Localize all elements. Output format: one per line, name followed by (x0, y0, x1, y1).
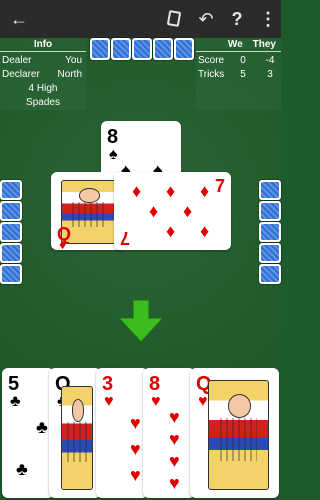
score-header: We They (196, 38, 281, 52)
back-arrow-icon[interactable]: ← (10, 9, 30, 29)
east-card-pip: ♦ (166, 221, 176, 241)
we-tricks: 5 (240, 69, 246, 80)
east-card-pip: ♦ (132, 181, 142, 201)
hand-card-3-pip: ♥ (130, 439, 141, 459)
declarer-label: Declarer (2, 69, 40, 80)
north-card-back-5 (174, 38, 194, 60)
score-row: Score 0 -4 (198, 54, 277, 68)
east-card-pip: ♦ (149, 201, 159, 221)
hand-card-3[interactable]: 3 ♥ ♥ ♥ ♥ (96, 368, 148, 498)
contract-line-2: Spades (26, 97, 60, 108)
hand-card-2[interactable]: Q ♣ (49, 368, 101, 498)
north-card-back-2 (111, 38, 131, 60)
hand-card-4-pip: ♥ (169, 473, 180, 493)
west-card-back-3 (0, 222, 22, 242)
hand-card-4-suit: ♥ (151, 393, 161, 410)
more-vert-icon[interactable]: ⋮ (259, 9, 277, 29)
card-icon[interactable] (164, 9, 184, 29)
hand-card-4-pip: ♥ (169, 451, 180, 471)
east-card-pip: ♦ (200, 181, 210, 201)
help-icon[interactable]: ? (229, 9, 245, 29)
queen-face-art (61, 386, 93, 490)
east-card-pip: ♦ (183, 201, 193, 221)
east-card-rank-bottom: 7 (120, 228, 131, 248)
east-card-back-1 (259, 180, 281, 200)
east-card-back-5 (259, 264, 281, 284)
hand-card-3-pip: ♥ (130, 465, 141, 485)
undo-icon[interactable]: ↶ (196, 9, 216, 29)
hand-card-5-suit: ♥ (198, 393, 208, 410)
north-card-back-1 (90, 38, 110, 60)
hand-card-1[interactable]: 5 ♣ ♣ ♣ (2, 368, 54, 498)
declarer-value: North (57, 69, 82, 80)
north-card-suit: ♠ (109, 146, 118, 163)
play-arrow-icon[interactable] (117, 300, 165, 344)
west-card-back-2 (0, 201, 22, 221)
west-card-back-4 (0, 243, 22, 263)
contract-line-1: 4 High (28, 83, 58, 94)
dealer-value: You (65, 55, 82, 66)
declarer-row: Declarer North (2, 68, 84, 82)
top-app-bar: ← ↶ ? ⋮ (0, 0, 281, 38)
dealer-row: Dealer You (2, 54, 84, 68)
info-panel: Info Dealer You Declarer North 4 High Sp… (0, 38, 86, 110)
north-card-back-4 (153, 38, 173, 60)
they-tricks: 3 (267, 69, 273, 80)
hand-card-4-pip: ♥ (169, 407, 180, 427)
dealer-label: Dealer (2, 55, 32, 66)
east-card-pip: ♦ (200, 221, 210, 241)
east-played-card: 7 ♦ ♦ ♦ ♦ ♦ ♦ ♦ 7 (114, 172, 231, 250)
hand-card-4-pip: ♥ (169, 429, 180, 449)
west-card-suit: ♦ (59, 236, 67, 252)
tricks-row: Tricks 5 3 (198, 68, 277, 82)
hand-card-5[interactable]: Q ♥ (190, 368, 279, 498)
score-panel: We They Score 0 -4 Tricks 5 3 (196, 38, 281, 110)
they-score: -4 (265, 55, 275, 66)
hand-card-4-rank: 8 (149, 373, 161, 395)
east-card-back-2 (259, 201, 281, 221)
east-card-back-4 (259, 243, 281, 263)
hand-card-1-pip: ♣ (36, 417, 48, 437)
they-header: They (252, 39, 276, 50)
east-card-pip: ♦ (166, 181, 176, 201)
hand-card-3-rank: 3 (102, 373, 114, 395)
hand-card-3-pip: ♥ (130, 413, 141, 433)
game-table: Info Dealer You Declarer North 4 High Sp… (0, 38, 281, 500)
west-card-back-1 (0, 180, 22, 200)
hand-card-3-suit: ♥ (104, 393, 114, 410)
score-label: Score (198, 55, 225, 66)
north-card-rank: 8 (107, 126, 119, 148)
we-score: 0 (240, 55, 246, 66)
hand-card-4[interactable]: 8 ♥ ♥ ♥ ♥ ♥ (143, 368, 195, 498)
hand-card-1-suit: ♣ (10, 393, 21, 410)
hand-card-1-rank: 5 (8, 373, 20, 395)
tricks-label: Tricks (198, 69, 225, 80)
north-card-back-3 (132, 38, 152, 60)
east-card-rank: 7 (214, 176, 225, 196)
west-card-back-5 (0, 264, 22, 284)
queen-face-art (208, 380, 269, 490)
hand-card-1-pip: ♣ (16, 459, 28, 479)
we-header: We (227, 39, 243, 50)
info-title: Info (0, 38, 86, 52)
east-card-back-3 (259, 222, 281, 242)
